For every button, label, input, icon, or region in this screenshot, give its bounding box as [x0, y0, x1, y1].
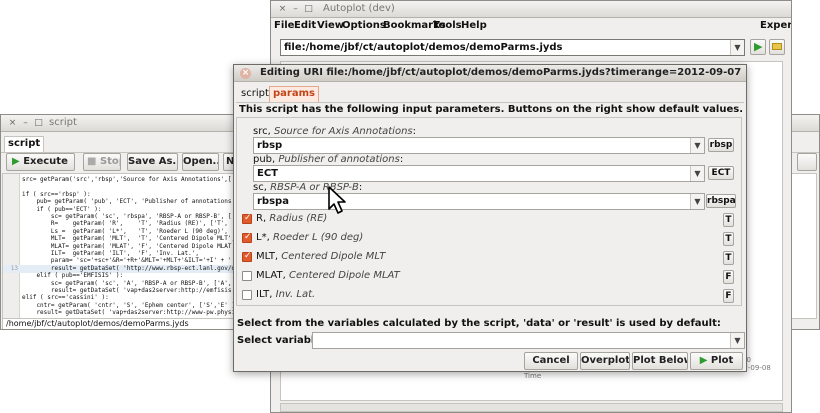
params-panel: src, Source for Axis Annotations: rbsp ▼…	[236, 117, 742, 306]
menu-edit[interactable]: Edit	[294, 18, 316, 34]
browse-button[interactable]	[769, 39, 785, 55]
close-icon[interactable]: ×	[7, 118, 18, 129]
check-label-ILT[interactable]: ILT, Inv. Lat.	[256, 289, 315, 301]
default-R-button[interactable]: T	[723, 213, 734, 227]
code-text: Ls = getParam( 'L*', 'T', 'Roeder L (90 …	[22, 227, 228, 235]
close-icon[interactable]: ×	[277, 4, 288, 15]
menu-tools[interactable]: Tools	[433, 18, 462, 34]
code-text: MLT= getParam( 'MLT', 'T', 'Centered Dip…	[22, 235, 236, 243]
toolbar-button-edge[interactable]	[797, 153, 817, 171]
check-label-Ls[interactable]: L*, Roeder L (90 deg)	[256, 232, 363, 244]
maximize-icon[interactable]: □	[303, 4, 314, 15]
code-line[interactable]: result= getDataSet( 'vap+das2server:http…	[3, 309, 237, 317]
code-text: cntr= getParam( 'cntr', 'S', 'Ephem cent…	[22, 301, 236, 309]
menu-expert[interactable]: Expert	[760, 18, 791, 34]
checkbox-ILT[interactable]	[242, 290, 252, 300]
select-variable-combo[interactable]: ▼	[312, 332, 745, 349]
autoplot-title: Autoplot (dev)	[323, 3, 395, 14]
play-icon: ▶	[754, 40, 763, 53]
cancel-button[interactable]: Cancel	[524, 352, 578, 370]
checkbox-MLAT[interactable]	[242, 271, 252, 281]
code-text: pub= getParam( 'pub', 'ECT', 'Publisher …	[22, 198, 237, 206]
play-icon: ▶	[12, 156, 20, 167]
code-text: src= getParam('src','rbsp','Source for A…	[22, 176, 237, 183]
default-MLAT-button[interactable]: F	[723, 270, 734, 284]
uri-value: file:/home/jbf/ct/autoplot/demos/demoPar…	[284, 42, 563, 53]
stop-icon: ■	[87, 156, 97, 167]
code-text: ILT= getParam( 'ILT', 'F', 'Inv. Lat.',	[22, 250, 200, 257]
chevron-down-icon[interactable]: ▼	[730, 333, 744, 348]
code-text: sc= getParam( 'sc', 'A', 'RBSP-A or RBSP…	[22, 279, 237, 287]
checkbox-Ls[interactable]	[242, 232, 252, 243]
plot-button[interactable]: ▶ Plot	[690, 352, 743, 370]
param-pub-combo[interactable]: ECT ▼	[253, 165, 705, 182]
code-text: result= getDataSet( 'vap+das2server:http…	[22, 309, 237, 317]
plot-below-button[interactable]: Plot Below	[632, 352, 688, 370]
default-Ls-button[interactable]: T	[723, 232, 734, 246]
uri-combo[interactable]: file:/home/jbf/ct/autoplot/demos/demoPar…	[280, 39, 745, 56]
code-text: sc= getParam( 'sc', 'rbspa', 'RBSP-A or …	[22, 213, 236, 220]
close-icon[interactable]: ×	[240, 68, 251, 79]
code-text: R= getParam( 'R', 'T', 'Radius (RE)', ['…	[22, 220, 228, 228]
autoplot-titlebar[interactable]: × – □ Autoplot (dev)	[271, 1, 791, 18]
stop-button[interactable]: ■ Stop	[83, 153, 121, 171]
param-src-combo[interactable]: rbsp ▼	[253, 137, 705, 154]
checkbox-R[interactable]	[242, 213, 252, 224]
menu-view[interactable]: View	[317, 18, 344, 34]
status-bar	[280, 403, 783, 412]
script-window-titlebar[interactable]: × – □ script	[1, 115, 243, 132]
menu-help[interactable]: Help	[461, 18, 487, 34]
divider	[236, 102, 744, 103]
chevron-down-icon[interactable]: ▼	[690, 194, 704, 209]
default-src-button[interactable]: rbsp	[708, 138, 734, 152]
code-editor[interactable]: src= getParam('src','rbsp','Source for A…	[2, 173, 238, 319]
default-ILT-button[interactable]: F	[723, 289, 734, 303]
play-icon: ▶	[699, 355, 708, 366]
check-label-MLAT[interactable]: MLAT, Centered Dipole MLAT	[256, 270, 400, 282]
overplot-button[interactable]: Overplot	[580, 352, 630, 370]
tab-params[interactable]: params	[269, 86, 319, 102]
script-window: × – □ script script ▶ Execute ■ Stop Sav…	[0, 114, 244, 330]
code-text: result= getDataSet( 'vap+das2server:http…	[22, 287, 237, 294]
code-text: MLAT= getParam( 'MLAT', 'F', 'Centered D…	[22, 242, 237, 250]
code-text: elif ( src=='cassini' ):	[22, 294, 109, 302]
intro-text: This script has the following input para…	[239, 104, 744, 115]
script-path-field: /home/jbf/ct/autoplot/demos/demoParms.jy…	[2, 318, 242, 329]
menu-file[interactable]: File	[274, 18, 294, 34]
select-prompt: Select from the variables calculated by …	[237, 318, 721, 329]
edit-uri-dialog: × Editing URI file:/home/jbf/ct/autoplot…	[233, 64, 747, 372]
dialog-titlebar[interactable]: × Editing URI file:/home/jbf/ct/autoplot…	[234, 65, 746, 82]
code-text: result= getDataSet( 'http://www.rbsp-ect…	[22, 264, 237, 272]
checkbox-MLT[interactable]	[242, 251, 252, 262]
dialog-title: Editing URI file:/home/jbf/ct/autoplot/d…	[260, 67, 742, 78]
chevron-down-icon[interactable]: ▼	[690, 166, 704, 181]
menubar: File Edit View Options Bookmarks Tools H…	[271, 18, 791, 34]
menu-options[interactable]: Options	[342, 18, 386, 34]
tab-script-editor[interactable]: script	[4, 136, 45, 152]
open-button[interactable]: Open...	[182, 153, 219, 171]
chevron-down-icon[interactable]: ▼	[730, 40, 744, 55]
default-sc-button[interactable]: rbspa	[706, 194, 736, 208]
code-text: if ( src=='rbsp' ):	[22, 190, 91, 198]
default-pub-button[interactable]: ECT	[708, 166, 734, 180]
execute-button[interactable]: ▶ Execute	[6, 153, 75, 171]
code-text: elif ( pub=='EMFISIS' ):	[22, 272, 124, 280]
go-button[interactable]: ▶	[750, 39, 766, 55]
check-label-MLT[interactable]: MLT, Centered Dipole MLT	[256, 251, 385, 263]
maximize-icon[interactable]: □	[33, 118, 44, 129]
tab-script[interactable]: script	[238, 87, 272, 103]
mouse-cursor-icon	[328, 186, 346, 214]
code-text: if ( pub=='ECT' ):	[22, 205, 102, 213]
check-label-R[interactable]: R, Radius (RE)	[256, 213, 327, 225]
minimize-icon[interactable]: –	[290, 4, 301, 15]
param-sc-combo[interactable]: rbspa ▼	[253, 193, 705, 210]
default-MLT-button[interactable]: T	[723, 251, 734, 265]
minimize-icon[interactable]: –	[20, 118, 31, 129]
save-as-button[interactable]: Save As...	[127, 153, 178, 171]
chevron-down-icon[interactable]: ▼	[690, 138, 704, 153]
folder-icon	[772, 43, 782, 50]
code-text: param= 'sc='+sc+'&R='+R+'&MLT='+MLT+'&IL…	[22, 257, 232, 265]
